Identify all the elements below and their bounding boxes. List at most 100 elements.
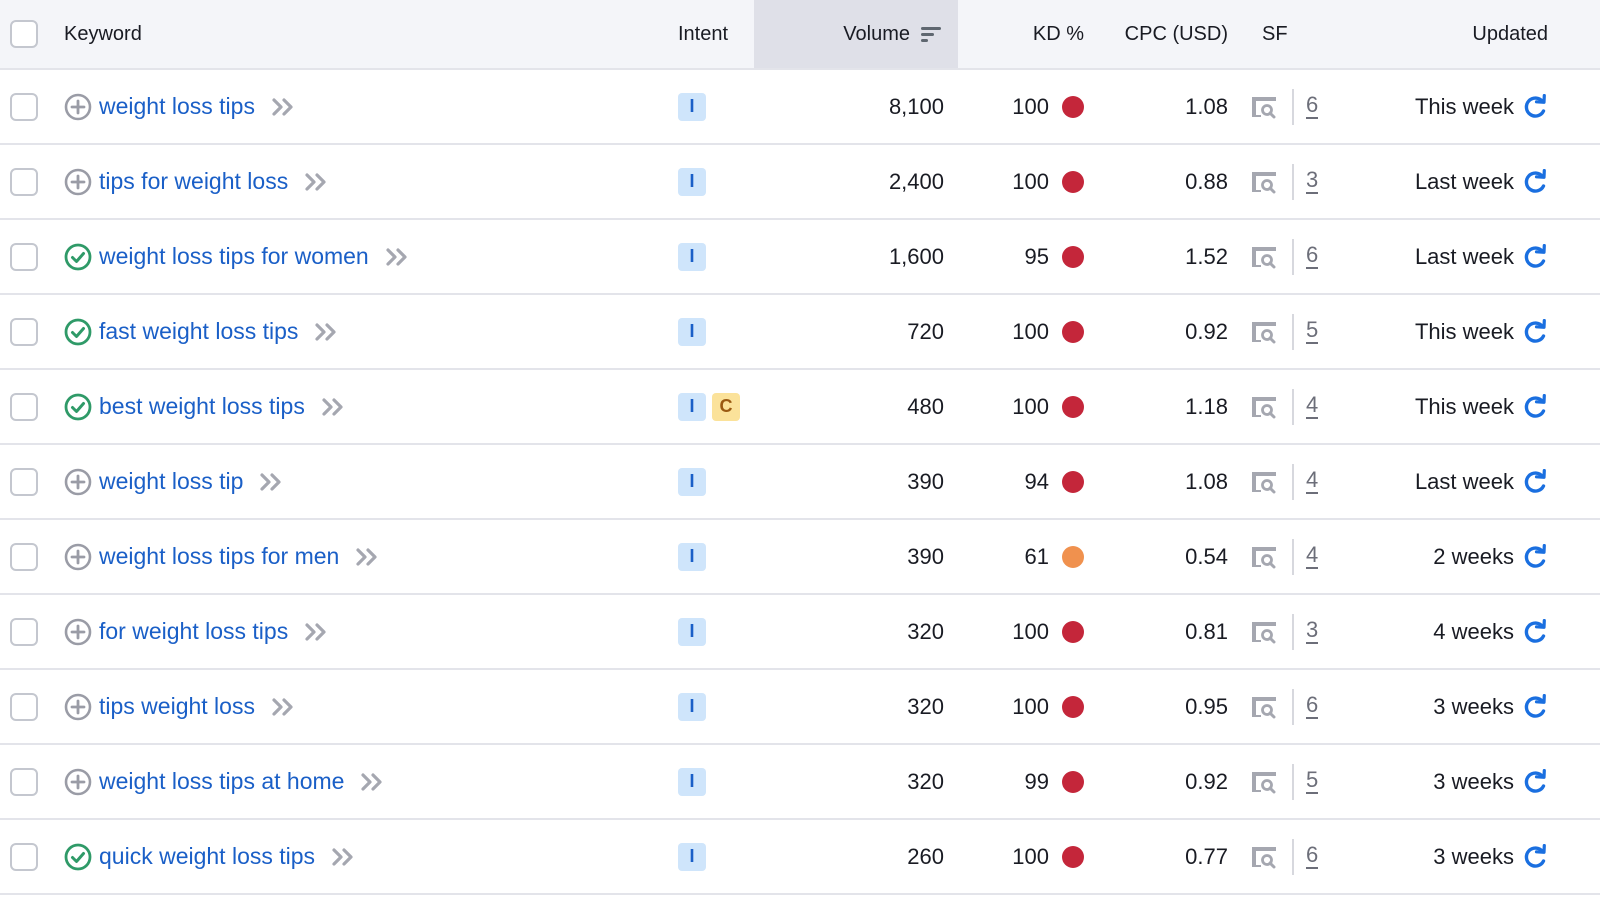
sort-descending-icon[interactable]	[920, 25, 942, 43]
keyword-added-check-icon[interactable]	[64, 243, 99, 271]
keyword-overview-arrow-icon[interactable]	[314, 322, 340, 342]
sf-count-link[interactable]: 6	[1306, 694, 1319, 719]
updated-value: 3 weeks	[1433, 768, 1514, 794]
keyword-added-check-icon[interactable]	[64, 843, 99, 871]
keyword-overview-arrow-icon[interactable]	[304, 622, 330, 642]
row-checkbox[interactable]	[10, 467, 38, 496]
serp-features-icon[interactable]	[1250, 395, 1278, 419]
keyword-link[interactable]: tips weight loss	[99, 693, 255, 720]
intent-badge-informational[interactable]: I	[678, 242, 706, 271]
keyword-overview-arrow-icon[interactable]	[271, 97, 297, 117]
refresh-icon[interactable]	[1522, 468, 1548, 495]
keyword-link[interactable]: tips for weight loss	[99, 168, 288, 195]
intent-badge-informational[interactable]: I	[678, 767, 706, 796]
intent-badge-informational[interactable]: I	[678, 692, 706, 721]
refresh-icon[interactable]	[1522, 618, 1548, 645]
sf-count-link[interactable]: 6	[1306, 94, 1319, 119]
sf-count-link[interactable]: 4	[1306, 544, 1319, 569]
keyword-overview-arrow-icon[interactable]	[360, 772, 386, 792]
refresh-icon[interactable]	[1522, 543, 1548, 570]
serp-features-icon[interactable]	[1250, 845, 1278, 869]
keyword-link[interactable]: best weight loss tips	[99, 393, 305, 420]
intent-badge-commercial[interactable]: C	[712, 392, 740, 421]
row-checkbox[interactable]	[10, 842, 38, 871]
refresh-icon[interactable]	[1522, 843, 1548, 870]
keyword-overview-arrow-icon[interactable]	[271, 697, 297, 717]
row-checkbox[interactable]	[10, 167, 38, 196]
keyword-link[interactable]: fast weight loss tips	[99, 318, 298, 345]
keyword-overview-arrow-icon[interactable]	[385, 247, 411, 267]
keyword-link[interactable]: weight loss tip	[99, 468, 243, 495]
header-volume[interactable]: Volume	[754, 0, 958, 68]
sf-count-link[interactable]: 5	[1306, 319, 1319, 344]
serp-features-icon[interactable]	[1250, 320, 1278, 344]
intent-badge-informational[interactable]: I	[678, 467, 706, 496]
keyword-added-check-icon[interactable]	[64, 393, 99, 421]
sf-count-link[interactable]: 3	[1306, 169, 1319, 194]
keyword-link[interactable]: for weight loss tips	[99, 618, 288, 645]
serp-features-icon[interactable]	[1250, 170, 1278, 194]
row-checkbox[interactable]	[10, 767, 38, 796]
add-to-list-plus-icon[interactable]	[64, 693, 99, 721]
sf-count-link[interactable]: 6	[1306, 844, 1319, 869]
add-to-list-plus-icon[interactable]	[64, 93, 99, 121]
keyword-link[interactable]: weight loss tips for women	[99, 243, 369, 270]
refresh-icon[interactable]	[1522, 693, 1548, 720]
keyword-link[interactable]: quick weight loss tips	[99, 843, 315, 870]
intent-badge-informational[interactable]: I	[678, 167, 706, 196]
keyword-overview-arrow-icon[interactable]	[355, 547, 381, 567]
header-sf[interactable]: SF	[1262, 0, 1362, 68]
keyword-overview-arrow-icon[interactable]	[304, 172, 330, 192]
refresh-icon[interactable]	[1522, 318, 1548, 345]
sf-count-link[interactable]: 5	[1306, 769, 1319, 794]
serp-features-icon[interactable]	[1250, 95, 1278, 119]
keyword-link[interactable]: weight loss tips at home	[99, 768, 344, 795]
row-checkbox[interactable]	[10, 92, 38, 121]
add-to-list-plus-icon[interactable]	[64, 543, 99, 571]
row-checkbox[interactable]	[10, 617, 38, 646]
refresh-icon[interactable]	[1522, 93, 1548, 120]
intent-badge-informational[interactable]: I	[678, 842, 706, 871]
serp-features-icon[interactable]	[1250, 245, 1278, 269]
select-all-checkbox[interactable]	[10, 20, 38, 48]
keyword-overview-arrow-icon[interactable]	[331, 847, 357, 867]
row-checkbox[interactable]	[10, 542, 38, 571]
serp-features-icon[interactable]	[1250, 770, 1278, 794]
keyword-link[interactable]: weight loss tips	[99, 93, 255, 120]
sf-count-link[interactable]: 3	[1306, 619, 1319, 644]
header-kd[interactable]: KD %	[958, 0, 1084, 68]
serp-features-icon[interactable]	[1250, 695, 1278, 719]
add-to-list-plus-icon[interactable]	[64, 168, 99, 196]
keyword-overview-arrow-icon[interactable]	[321, 397, 347, 417]
refresh-icon[interactable]	[1522, 168, 1548, 195]
sf-count-link[interactable]: 4	[1306, 394, 1319, 419]
header-cpc[interactable]: CPC (USD)	[1090, 0, 1228, 68]
header-intent[interactable]: Intent	[678, 0, 754, 68]
intent-badge-informational[interactable]: I	[678, 542, 706, 571]
intent-badge-informational[interactable]: I	[678, 617, 706, 646]
serp-features-icon[interactable]	[1250, 470, 1278, 494]
serp-features-icon[interactable]	[1250, 545, 1278, 569]
refresh-icon[interactable]	[1522, 393, 1548, 420]
intent-badge-informational[interactable]: I	[678, 92, 706, 121]
row-checkbox[interactable]	[10, 392, 38, 421]
row-checkbox[interactable]	[10, 242, 38, 271]
add-to-list-plus-icon[interactable]	[64, 618, 99, 646]
keyword-overview-arrow-icon[interactable]	[259, 472, 285, 492]
serp-features-icon[interactable]	[1250, 620, 1278, 644]
refresh-icon[interactable]	[1522, 768, 1548, 795]
row-checkbox[interactable]	[10, 692, 38, 721]
intent-badge-informational[interactable]: I	[678, 392, 706, 421]
sf-count-link[interactable]: 6	[1306, 244, 1319, 269]
header-updated[interactable]: Updated	[1360, 0, 1548, 68]
add-to-list-plus-icon[interactable]	[64, 768, 99, 796]
sf-count-link[interactable]: 4	[1306, 469, 1319, 494]
row-checkbox-cell	[10, 70, 40, 143]
keyword-added-check-icon[interactable]	[64, 318, 99, 346]
row-checkbox[interactable]	[10, 317, 38, 346]
header-keyword[interactable]: Keyword	[64, 0, 664, 68]
add-to-list-plus-icon[interactable]	[64, 468, 99, 496]
refresh-icon[interactable]	[1522, 243, 1548, 270]
keyword-link[interactable]: weight loss tips for men	[99, 543, 339, 570]
intent-badge-informational[interactable]: I	[678, 317, 706, 346]
